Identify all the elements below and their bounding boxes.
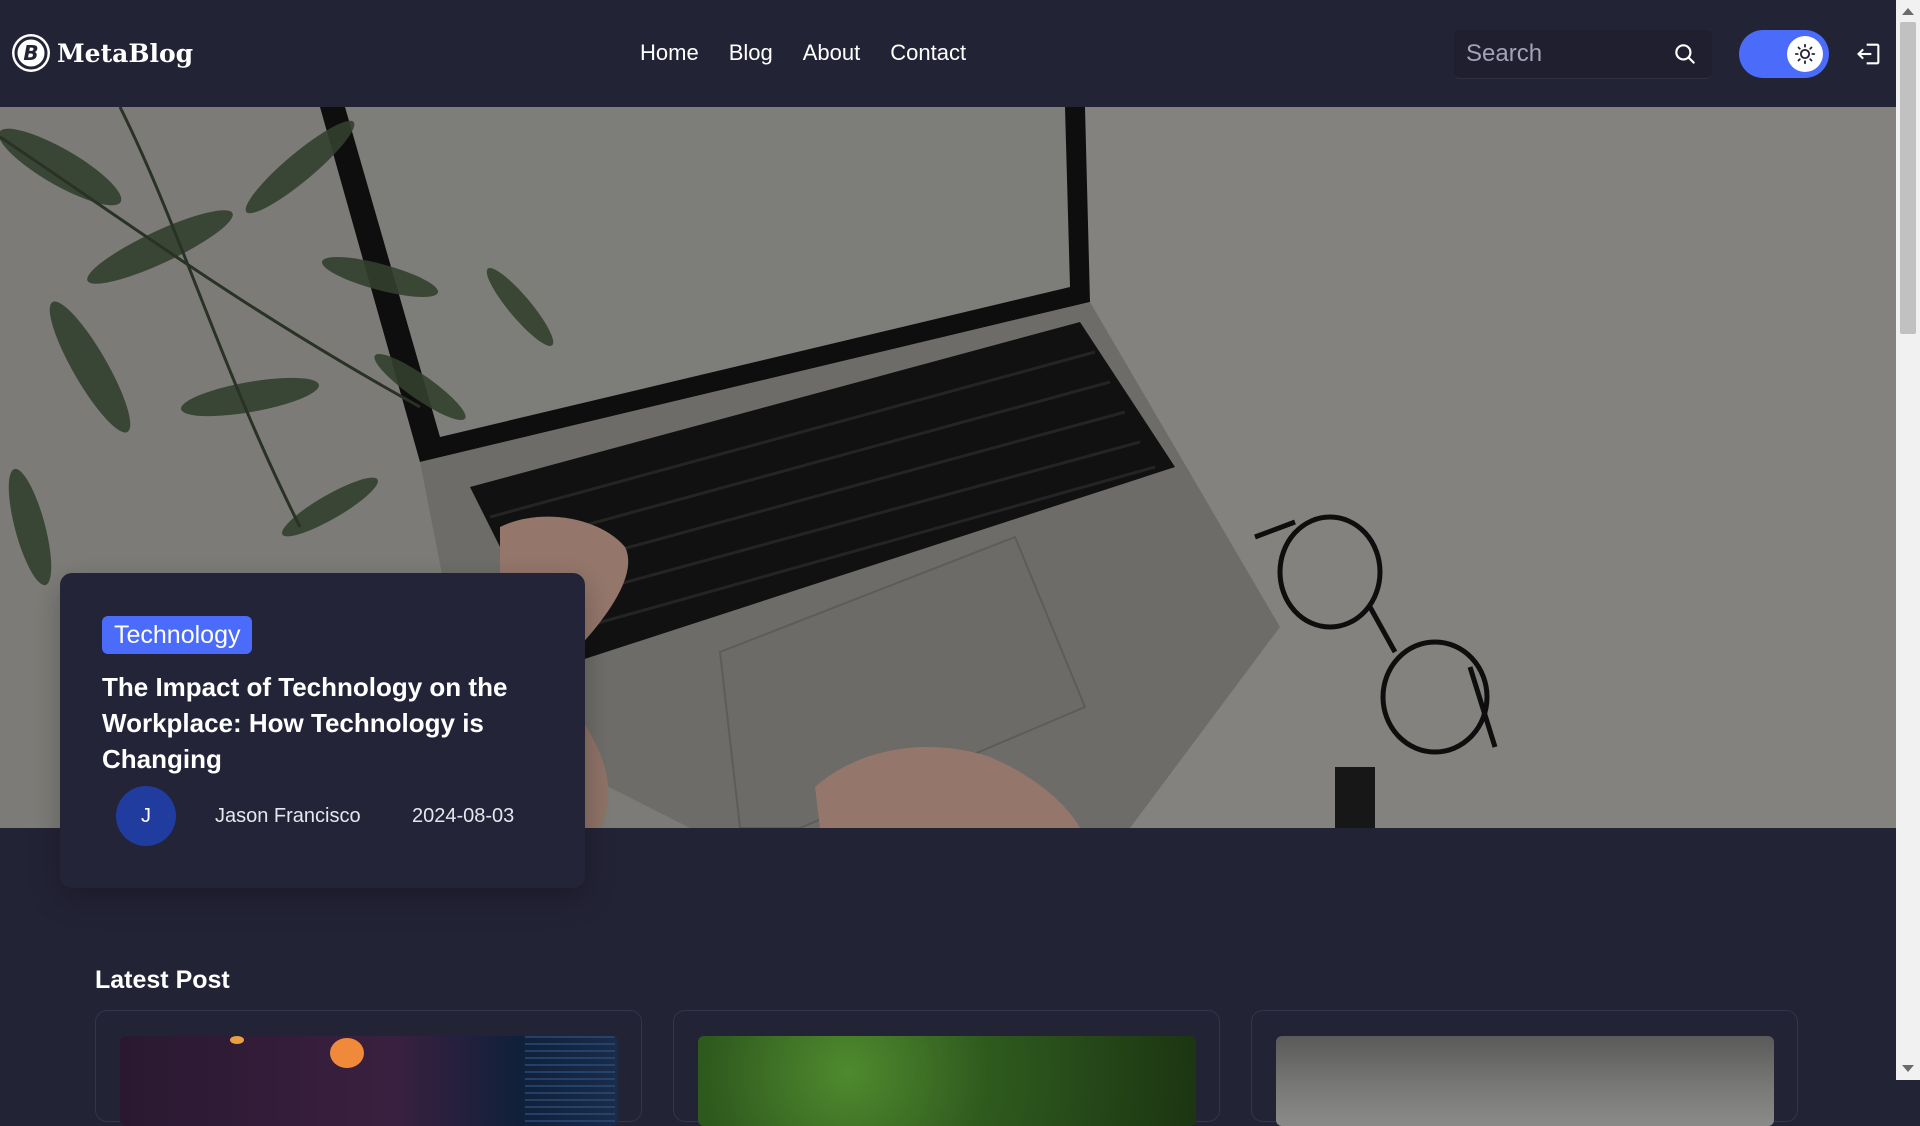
nav-home[interactable]: Home	[640, 40, 699, 66]
bokeh-code-photo	[120, 1036, 618, 1126]
sun-icon	[1787, 36, 1823, 72]
post-card[interactable]	[673, 1010, 1220, 1126]
post-card[interactable]	[95, 1010, 642, 1126]
search-icon[interactable]	[1672, 41, 1698, 67]
logo-icon: B	[12, 34, 50, 72]
author-avatar: J	[116, 786, 176, 846]
green-leaves-photo	[698, 1036, 1196, 1126]
featured-post-title[interactable]: The Impact of Technology on the Workplac…	[102, 669, 542, 777]
nav-contact[interactable]: Contact	[890, 40, 966, 66]
scroll-down-arrow-icon[interactable]	[1902, 1065, 1914, 1072]
site-header: B MetaBlog Home Blog About Contact	[0, 0, 1896, 107]
grey-photo	[1276, 1036, 1774, 1126]
author-name: Jason Francisco	[215, 805, 361, 827]
logout-icon[interactable]	[1855, 40, 1883, 68]
page-scrollbar[interactable]	[1896, 0, 1920, 1080]
logo[interactable]: B MetaBlog	[12, 34, 193, 72]
post-card[interactable]	[1251, 1010, 1798, 1126]
search-input[interactable]	[1454, 39, 1672, 69]
main-nav: Home Blog About Contact	[640, 40, 966, 66]
nav-blog[interactable]: Blog	[729, 40, 773, 66]
search-box	[1454, 30, 1712, 79]
nav-about[interactable]: About	[803, 40, 861, 66]
post-date: 2024-08-03	[412, 805, 515, 827]
scroll-thumb[interactable]	[1900, 22, 1916, 334]
featured-post-card[interactable]: Technology The Impact of Technology on t…	[60, 573, 585, 888]
logo-text: MetaBlog	[57, 38, 194, 68]
scroll-up-arrow-icon[interactable]	[1902, 8, 1914, 15]
theme-toggle[interactable]	[1739, 30, 1829, 78]
category-badge[interactable]: Technology	[102, 616, 253, 654]
svg-text:B: B	[23, 41, 38, 65]
latest-post-heading: Latest Post	[95, 966, 230, 994]
